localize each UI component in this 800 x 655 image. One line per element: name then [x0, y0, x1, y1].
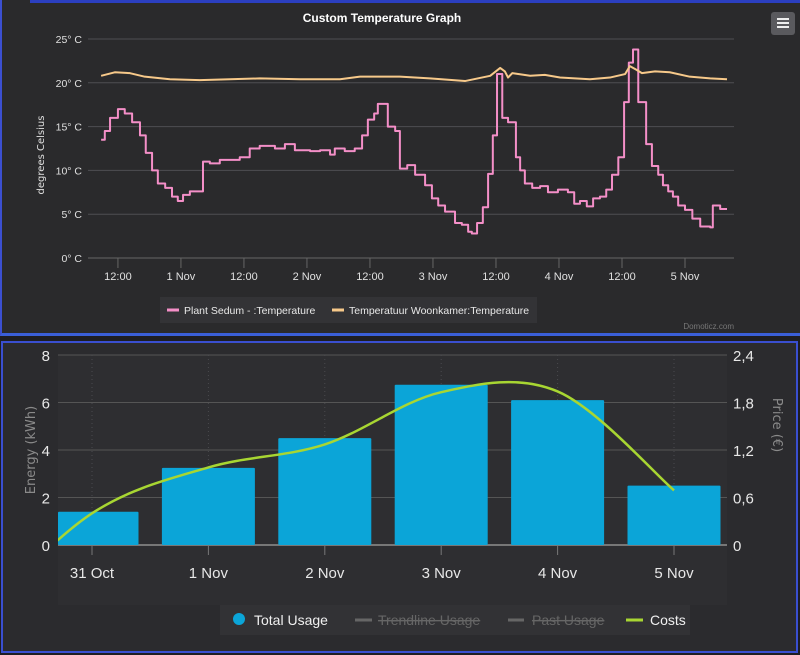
bar-1-nov — [161, 467, 255, 545]
legend-label: Past Usage — [532, 612, 605, 628]
energy-chart: 0 2 4 6 8 0 0,6 1,2 1,8 2,4 31 Oct 1 Nov 2 Nov 3 Nov 4… — [24, 348, 784, 635]
x-tick-label: 31 Oct — [70, 565, 115, 582]
bar-2-nov — [278, 438, 372, 545]
y-tick-label: 8 — [42, 348, 50, 365]
x-tick-label: 5 Nov — [654, 565, 694, 582]
bar-3-nov — [394, 384, 488, 545]
bar-4-nov — [511, 400, 605, 545]
y2-tick-label: 0,6 — [733, 491, 754, 508]
y-tick-label: 0 — [42, 538, 50, 555]
x-tick-label: 1 Nov — [189, 565, 229, 582]
y2-tick-label: 2,4 — [733, 348, 754, 365]
y-tick-label: 2 — [42, 491, 50, 508]
x-tick-label: 3 Nov — [422, 565, 462, 582]
legend-label: Costs — [650, 612, 686, 628]
y-axis-title: Energy (kWh) — [24, 406, 39, 494]
x-tick-label: 2 Nov — [305, 565, 345, 582]
y-tick-label: 4 — [42, 443, 50, 460]
legend-label: Trendline Usage — [378, 612, 480, 628]
bar-5-nov — [627, 485, 721, 545]
y-tick-label: 6 — [42, 396, 50, 413]
legend-symbol — [233, 613, 245, 625]
y2-tick-label: 1,2 — [733, 443, 754, 460]
x-tick-label: 4 Nov — [538, 565, 578, 582]
y2-tick-label: 0 — [733, 538, 741, 555]
y2-tick-label: 1,8 — [733, 396, 754, 413]
y2-axis-title: Price (€) — [769, 398, 784, 452]
legend-label: Total Usage — [254, 612, 328, 628]
plot-background — [58, 355, 727, 605]
